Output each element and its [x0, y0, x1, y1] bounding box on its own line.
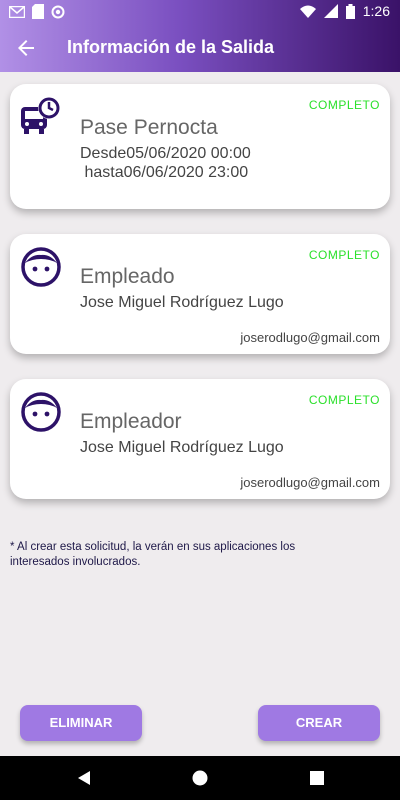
battery-icon: [345, 3, 355, 19]
nav-home-icon[interactable]: [191, 769, 209, 787]
wifi-icon: [299, 5, 316, 18]
nav-recents-icon[interactable]: [308, 769, 326, 787]
employee-card[interactable]: COMPLETO Empleado Jose Miguel Rodríguez …: [10, 234, 390, 354]
employee-email: joserodlugo@gmail.com: [240, 330, 380, 345]
page-title: Información de la Salida: [67, 37, 275, 57]
person-face-icon: [21, 247, 61, 287]
delete-button[interactable]: ELIMINAR: [20, 705, 142, 741]
pass-type: Pase Pernocta: [80, 116, 218, 139]
info-note: * Al crear esta solicitud, la verán en s…: [10, 541, 296, 568]
create-button[interactable]: CREAR: [258, 705, 380, 741]
employer-heading: Empleador: [80, 410, 182, 433]
status-bar: 1:26: [0, 0, 400, 24]
employer-email: joserodlugo@gmail.com: [240, 475, 380, 490]
signal-icon: [323, 4, 338, 18]
status-badge: COMPLETO: [308, 98, 380, 112]
employer-name: Jose Miguel Rodríguez Lugo: [80, 439, 284, 456]
circle-status-icon: [51, 5, 65, 18]
system-nav-bar: [0, 756, 400, 800]
sd-card-icon: [32, 4, 44, 19]
pass-start-date: Desde05/06/2020 00:00: [80, 145, 251, 162]
back-arrow-icon[interactable]: [14, 36, 38, 60]
employee-name: Jose Miguel Rodríguez Lugo: [80, 294, 284, 311]
pass-end-date: hasta06/06/2020 23:00: [80, 164, 249, 181]
person-face-icon: [21, 392, 61, 432]
bus-clock-icon: [21, 97, 60, 134]
pass-card[interactable]: COMPLETO Pase Pernocta Desde05/06/2020 0…: [10, 84, 390, 209]
gmail-icon: [9, 5, 25, 18]
status-badge: COMPLETO: [308, 248, 380, 262]
nav-back-icon[interactable]: [75, 769, 93, 787]
employee-heading: Empleado: [80, 265, 175, 288]
app-bar: Información de la Salida: [0, 24, 400, 72]
status-time: 1:26: [362, 3, 390, 19]
status-badge: COMPLETO: [308, 393, 380, 407]
employer-card[interactable]: COMPLETO Empleador Jose Miguel Rodríguez…: [10, 379, 390, 499]
